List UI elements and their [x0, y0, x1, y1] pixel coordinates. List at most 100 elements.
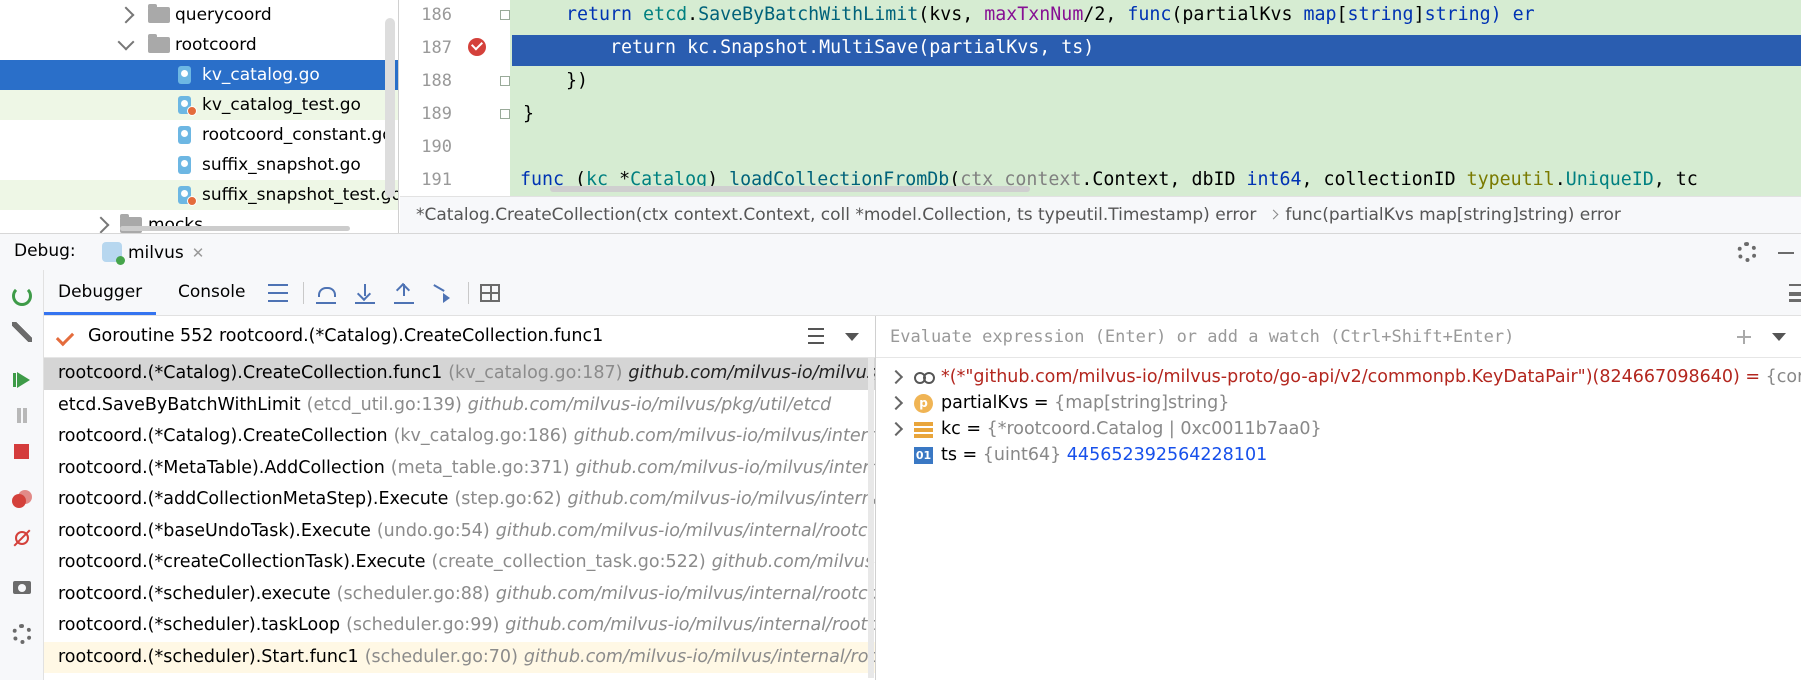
chevron-right-icon[interactable] — [888, 421, 904, 437]
variable-name: partialKvs — [941, 393, 1029, 413]
dropdown-arrow-icon[interactable] — [845, 333, 859, 341]
field-icon — [914, 420, 933, 439]
line-number: 191 — [421, 170, 452, 190]
step-into-icon[interactable] — [355, 284, 375, 304]
code-token: .Context, — [1081, 169, 1192, 190]
code-editor[interactable]: 186 187 188 189 190 191 return etcd.Save… — [400, 0, 1801, 196]
stack-frame[interactable]: rootcoord.(*MetaTable).AddCollection (met… — [44, 453, 875, 485]
tab-console[interactable]: Console — [164, 270, 260, 315]
code-token: UniqueID — [1565, 169, 1654, 190]
breadcrumb-item[interactable]: func(partialKvs map[string]string) error — [1285, 205, 1621, 225]
tree-item-suffix-snapshot-test[interactable]: suffix_snapshot_test.go — [0, 180, 398, 210]
variable-text: ts = {uint64} 445652392564228101 — [941, 440, 1267, 470]
tree-item-querycoord[interactable]: querycoord — [0, 0, 398, 30]
tree-item-rootcoord-constant[interactable]: rootcoord_constant.go — [0, 120, 398, 150]
variables-panel: *(*"github.com/milvus-io/milvus-proto/go… — [876, 316, 1801, 680]
tree-item-kv-catalog[interactable]: kv_catalog.go — [0, 60, 398, 90]
chevron-right-icon[interactable] — [888, 395, 904, 411]
session-tab-label: milvus — [128, 243, 184, 263]
evaluate-expression-input[interactable] — [888, 316, 1712, 359]
fold-marker-icon[interactable] — [500, 10, 510, 20]
debug-tool-window-header: Debug: milvus ✕ — [0, 233, 1801, 272]
go-file-icon — [178, 126, 191, 144]
frame-package: github.com/milvus-io/milvus/i — [628, 363, 876, 383]
frame-method: rootcoord.(*Catalog).CreateCollection — [58, 426, 388, 446]
chevron-down-icon[interactable] — [117, 33, 135, 51]
frame-method: etcd.SaveByBatchWithLimit — [58, 394, 301, 415]
add-watch-icon[interactable] — [1737, 330, 1751, 344]
stack-frame[interactable]: rootcoord.(*baseUndoTask).Execute (undo.g… — [44, 516, 875, 548]
code-line-189: } — [523, 103, 535, 124]
run-to-cursor-icon[interactable] — [433, 284, 453, 303]
tool-window-title: Debug: — [14, 241, 76, 261]
tree-item-kv-catalog-test[interactable]: kv_catalog_test.go — [0, 90, 398, 120]
chevron-right-icon[interactable] — [92, 216, 110, 233]
view-breakpoints-icon[interactable] — [12, 490, 32, 510]
variable-row[interactable]: 01 ts = {uint64} 445652392564228101 — [876, 440, 1801, 470]
tree-item-label: kv_catalog_test.go — [202, 95, 361, 115]
camera-icon[interactable] — [12, 576, 32, 596]
stack-frame[interactable]: rootcoord.(*scheduler).execute (scheduler… — [44, 579, 875, 611]
project-tree: querycoord rootcoord kv_catalog.go kv_ca… — [0, 0, 399, 233]
stack-frame[interactable]: rootcoord.(*Catalog).CreateCollection (kv… — [44, 421, 875, 453]
stack-frame[interactable]: rootcoord.(*scheduler).Start.func1 (sched… — [44, 641, 875, 673]
go-test-file-icon — [178, 186, 197, 206]
icon-glyph: 01 — [915, 449, 932, 462]
editor-gutter: 186 187 188 189 190 191 — [400, 0, 510, 196]
stack-frame[interactable]: rootcoord.(*Catalog).CreateCollection.fu… — [44, 358, 875, 390]
chevron-right-icon[interactable] — [888, 369, 904, 385]
tree-item-label: rootcoord_constant.go — [202, 125, 393, 145]
editor-horizontal-scrollbar[interactable] — [550, 186, 1030, 192]
session-tab-milvus[interactable]: milvus ✕ — [102, 239, 204, 267]
fold-marker-icon[interactable] — [500, 109, 510, 119]
layout-menu-icon[interactable] — [268, 284, 288, 302]
variable-type: {*rootcoord.Catalog | 0xc0011b7aa0} — [986, 419, 1322, 439]
tree-item-suffix-snapshot[interactable]: suffix_snapshot.go — [0, 150, 398, 180]
evaluate-table-icon[interactable] — [480, 284, 500, 302]
minimize-icon[interactable] — [1778, 252, 1794, 254]
close-icon[interactable]: ✕ — [192, 244, 205, 262]
check-icon — [55, 327, 75, 347]
wrench-icon[interactable] — [12, 322, 32, 342]
frames-scrollbar[interactable] — [868, 358, 874, 678]
stack-frame[interactable]: rootcoord.(*createCollectionTask).Execut… — [44, 547, 875, 579]
tab-debugger[interactable]: Debugger — [44, 270, 157, 315]
stack-frame[interactable]: rootcoord.(*addCollectionMetaStep).Execu… — [44, 484, 875, 516]
resume-program-icon[interactable] — [12, 370, 32, 390]
settings-gear-icon[interactable] — [1737, 242, 1757, 262]
variable-type: {uint64} — [982, 445, 1067, 465]
breadcrumb: *Catalog.CreateCollection(ctx context.Co… — [400, 196, 1801, 234]
tree-scrollbar[interactable] — [385, 18, 395, 198]
tree-item-label: rootcoord — [175, 35, 257, 55]
filter-icon[interactable] — [808, 328, 824, 344]
tree-item-rootcoord[interactable]: rootcoord — [0, 30, 398, 60]
breadcrumb-item[interactable]: *Catalog.CreateCollection(ctx context.Co… — [416, 205, 1256, 225]
frame-package: github.com/milvus-io/milvus/internal/roo… — [495, 520, 868, 541]
settings-gear-icon[interactable] — [12, 624, 32, 644]
go-file-icon — [178, 156, 191, 174]
code-token: , — [1301, 169, 1324, 190]
frame-method: rootcoord.(*createCollectionTask).Execut… — [58, 552, 426, 572]
fold-marker-icon[interactable] — [500, 76, 510, 86]
stack-frame[interactable]: etcd.SaveByBatchWithLimit (etcd_util.go:1… — [44, 390, 875, 422]
line-number: 189 — [421, 104, 452, 124]
tree-horizontal-scrollbar[interactable] — [120, 226, 350, 231]
step-over-icon[interactable] — [316, 284, 336, 304]
stop-icon[interactable] — [12, 442, 32, 462]
step-out-icon[interactable] — [394, 284, 414, 304]
frame-package: github.com/milvus-io/milvus/intern — [575, 457, 876, 478]
stack-frame[interactable]: rootcoord.(*scheduler).taskLoop (schedule… — [44, 610, 875, 642]
thread-selector[interactable]: Goroutine 552 rootcoord.(*Catalog).Creat… — [44, 316, 875, 358]
code-token: (partialKvs — [1171, 4, 1304, 25]
chevron-right-icon[interactable] — [117, 6, 135, 24]
tree-item-label: querycoord — [175, 5, 272, 25]
dropdown-arrow-icon[interactable] — [1772, 333, 1786, 341]
breakpoint-icon[interactable] — [468, 38, 486, 56]
parameter-icon: p — [914, 394, 933, 413]
rerun-icon[interactable] — [12, 286, 32, 306]
layout-settings-icon[interactable] — [1789, 284, 1801, 302]
pause-icon[interactable] — [12, 406, 32, 426]
mute-breakpoints-icon[interactable] — [12, 528, 32, 548]
evaluate-bar — [876, 316, 1801, 359]
